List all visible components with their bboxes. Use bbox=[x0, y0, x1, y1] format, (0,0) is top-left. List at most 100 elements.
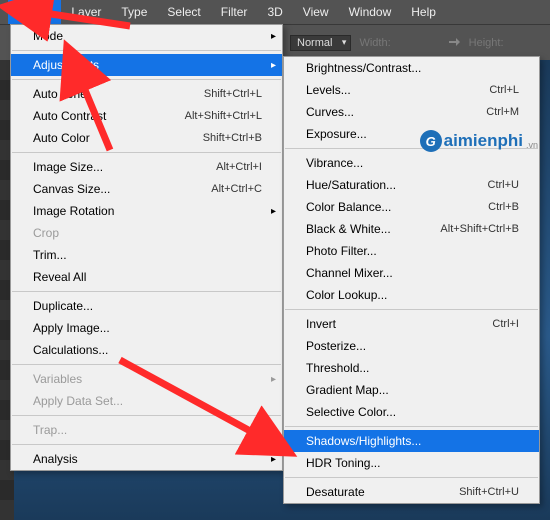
menu-item-label: Mode bbox=[33, 29, 262, 43]
menu-item-shortcut: Alt+Ctrl+C bbox=[211, 183, 262, 195]
menu-item-label: Trim... bbox=[33, 248, 262, 262]
menu-item[interactable]: Gradient Map... bbox=[284, 379, 539, 401]
menu-help[interactable]: Help bbox=[401, 0, 446, 24]
menu-item-label: Color Balance... bbox=[306, 200, 488, 214]
menu-select[interactable]: Select bbox=[157, 0, 210, 24]
menu-item-label: Apply Image... bbox=[33, 321, 262, 335]
menu-item[interactable]: Color Lookup... bbox=[284, 284, 539, 306]
menu-item[interactable]: Selective Color... bbox=[284, 401, 539, 423]
watermark-text: aimienphi bbox=[444, 131, 523, 151]
menu-item[interactable]: Brightness/Contrast... bbox=[284, 57, 539, 79]
menu-item[interactable]: HDR Toning... bbox=[284, 452, 539, 474]
separator bbox=[12, 152, 281, 153]
separator bbox=[12, 291, 281, 292]
menu-item[interactable]: Shadows/Highlights... bbox=[284, 430, 539, 452]
menu-item-shortcut: Shift+Ctrl+B bbox=[203, 132, 262, 144]
menu-item-label: Levels... bbox=[306, 83, 489, 97]
menu-item-label: Image Size... bbox=[33, 160, 216, 174]
menu-item: Trap... bbox=[11, 419, 282, 441]
menu-item[interactable]: Duplicate... bbox=[11, 295, 282, 317]
separator bbox=[285, 477, 538, 478]
separator bbox=[285, 426, 538, 427]
menu-item[interactable]: Image Size...Alt+Ctrl+I bbox=[11, 156, 282, 178]
menu-item-label: Channel Mixer... bbox=[306, 266, 519, 280]
menu-item-shortcut: Ctrl+M bbox=[486, 106, 519, 118]
menu-item[interactable]: Hue/Saturation...Ctrl+U bbox=[284, 174, 539, 196]
menu-item-label: Shadows/Highlights... bbox=[306, 434, 519, 448]
menu-item[interactable]: Posterize... bbox=[284, 335, 539, 357]
menu-image[interactable]: Image bbox=[8, 0, 61, 24]
menu-item[interactable]: Curves...Ctrl+M bbox=[284, 101, 539, 123]
image-menu: ModeAdjustmentsAuto ToneShift+Ctrl+LAuto… bbox=[10, 24, 283, 471]
menu-3d[interactable]: 3D bbox=[257, 0, 292, 24]
menu-item-label: Apply Data Set... bbox=[33, 394, 262, 408]
menu-item-shortcut: Shift+Ctrl+L bbox=[204, 88, 262, 100]
menu-item: Crop bbox=[11, 222, 282, 244]
menu-item-label: Auto Color bbox=[33, 131, 203, 145]
menu-filter[interactable]: Filter bbox=[211, 0, 258, 24]
menu-item[interactable]: Reveal All bbox=[11, 266, 282, 288]
watermark: G aimienphi .vn bbox=[420, 130, 538, 152]
separator bbox=[12, 50, 281, 51]
blend-mode-select[interactable]: Normal bbox=[290, 35, 351, 51]
menu-item[interactable]: Levels...Ctrl+L bbox=[284, 79, 539, 101]
menu-item-label: Duplicate... bbox=[33, 299, 262, 313]
menu-item-label: Adjustments bbox=[33, 58, 262, 72]
menu-item-label: Black & White... bbox=[306, 222, 440, 236]
menu-item[interactable]: Canvas Size...Alt+Ctrl+C bbox=[11, 178, 282, 200]
menu-item[interactable]: Threshold... bbox=[284, 357, 539, 379]
menu-window[interactable]: Window bbox=[339, 0, 402, 24]
menu-item-label: Gradient Map... bbox=[306, 383, 519, 397]
menu-item-shortcut: Shift+Ctrl+U bbox=[459, 486, 519, 498]
menu-item-label: Reveal All bbox=[33, 270, 262, 284]
menu-type[interactable]: Type bbox=[111, 0, 157, 24]
separator bbox=[12, 364, 281, 365]
separator bbox=[285, 309, 538, 310]
height-label: Height: bbox=[469, 37, 504, 49]
menu-layer[interactable]: Layer bbox=[61, 0, 111, 24]
width-label: Width: bbox=[359, 37, 390, 49]
watermark-suffix: .vn bbox=[526, 140, 538, 150]
menu-item[interactable]: Auto ContrastAlt+Shift+Ctrl+L bbox=[11, 105, 282, 127]
menu-item-label: Desaturate bbox=[306, 485, 459, 499]
menu-item-label: Variables bbox=[33, 372, 262, 386]
menu-item-shortcut: Ctrl+L bbox=[489, 84, 519, 96]
menu-item[interactable]: Photo Filter... bbox=[284, 240, 539, 262]
menu-item-shortcut: Ctrl+U bbox=[488, 179, 519, 191]
watermark-icon: G bbox=[420, 130, 442, 152]
menu-item-shortcut: Ctrl+B bbox=[488, 201, 519, 213]
separator bbox=[12, 444, 281, 445]
menu-item-label: Curves... bbox=[306, 105, 486, 119]
separator bbox=[12, 415, 281, 416]
menu-item-label: Color Lookup... bbox=[306, 288, 519, 302]
menu-item[interactable]: Black & White...Alt+Shift+Ctrl+B bbox=[284, 218, 539, 240]
menu-view[interactable]: View bbox=[293, 0, 339, 24]
menu-item[interactable]: Calculations... bbox=[11, 339, 282, 361]
menu-item[interactable]: Adjustments bbox=[11, 54, 282, 76]
menu-item[interactable]: DesaturateShift+Ctrl+U bbox=[284, 481, 539, 503]
menu-item[interactable]: InvertCtrl+I bbox=[284, 313, 539, 335]
menu-item[interactable]: Apply Image... bbox=[11, 317, 282, 339]
menu-item-label: Invert bbox=[306, 317, 492, 331]
menu-item-label: Threshold... bbox=[306, 361, 519, 375]
menu-item-label: Auto Contrast bbox=[33, 109, 185, 123]
menu-item-label: HDR Toning... bbox=[306, 456, 519, 470]
adjustments-submenu: Brightness/Contrast...Levels...Ctrl+LCur… bbox=[283, 56, 540, 504]
menu-item-label: Crop bbox=[33, 226, 262, 240]
menu-item-label: Selective Color... bbox=[306, 405, 519, 419]
top-menubar: ImageLayerTypeSelectFilter3DViewWindowHe… bbox=[0, 0, 550, 24]
menu-item[interactable]: Auto ToneShift+Ctrl+L bbox=[11, 83, 282, 105]
menu-item[interactable]: Auto ColorShift+Ctrl+B bbox=[11, 127, 282, 149]
menu-item-label: Auto Tone bbox=[33, 87, 204, 101]
menu-item[interactable]: Image Rotation bbox=[11, 200, 282, 222]
menu-item-label: Calculations... bbox=[33, 343, 262, 357]
menu-item: Variables bbox=[11, 368, 282, 390]
menu-item[interactable]: Trim... bbox=[11, 244, 282, 266]
menu-item[interactable]: Analysis bbox=[11, 448, 282, 470]
menu-item-label: Hue/Saturation... bbox=[306, 178, 488, 192]
menu-item[interactable]: Vibrance... bbox=[284, 152, 539, 174]
menu-item[interactable]: Channel Mixer... bbox=[284, 262, 539, 284]
menu-item[interactable]: Mode bbox=[11, 25, 282, 47]
menu-item[interactable]: Color Balance...Ctrl+B bbox=[284, 196, 539, 218]
swap-icon[interactable] bbox=[447, 36, 461, 50]
